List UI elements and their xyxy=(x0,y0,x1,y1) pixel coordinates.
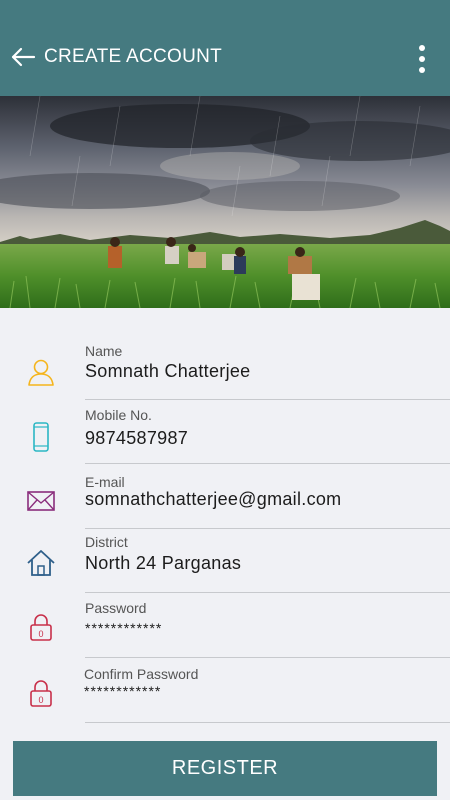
svg-text:0: 0 xyxy=(38,629,43,639)
email-field[interactable]: E-mail somnathchatterjee@gmail.com xyxy=(0,472,450,536)
mobile-divider xyxy=(85,463,450,464)
district-value[interactable]: North 24 Parganas xyxy=(85,553,241,574)
phone-icon xyxy=(33,422,49,452)
email-divider xyxy=(85,528,450,529)
overflow-menu-icon[interactable] xyxy=(416,45,428,77)
rice-field-rain-photo xyxy=(0,96,450,308)
lock-icon: 0 xyxy=(30,680,52,707)
mail-icon xyxy=(27,491,55,511)
email-label: E-mail xyxy=(85,474,125,490)
password-value[interactable]: ************ xyxy=(85,620,162,636)
mobile-value[interactable]: 9874587987 xyxy=(85,428,188,449)
page-title: CREATE ACCOUNT xyxy=(44,46,223,67)
password-field[interactable]: 0 Password ************ xyxy=(0,598,450,662)
confirm-password-field[interactable]: 0 Confirm Password ************ xyxy=(0,664,450,728)
confirm-password-value[interactable]: ************ xyxy=(84,683,161,699)
lock-icon: 0 xyxy=(30,614,52,641)
name-label: Name xyxy=(85,343,123,359)
name-divider xyxy=(85,399,450,400)
svg-text:0: 0 xyxy=(38,695,43,705)
banner-image xyxy=(0,96,450,308)
register-button[interactable]: REGISTER xyxy=(13,741,437,796)
app-bar: CREATE ACCOUNT xyxy=(0,0,450,96)
confirm-password-label: Confirm Password xyxy=(84,666,199,682)
email-value[interactable]: somnathchatterjee@gmail.com xyxy=(85,489,341,510)
back-arrow-icon[interactable] xyxy=(10,44,36,70)
mobile-label: Mobile No. xyxy=(85,407,152,423)
password-divider xyxy=(85,657,450,658)
district-label: District xyxy=(85,534,128,550)
district-divider xyxy=(85,592,450,593)
user-icon xyxy=(28,359,54,386)
district-field[interactable]: District North 24 Parganas xyxy=(0,532,450,596)
mobile-field[interactable]: Mobile No. 9874587987 xyxy=(0,406,450,470)
name-value[interactable]: Somnath Chatterjee xyxy=(85,361,251,382)
home-icon xyxy=(27,550,55,576)
confirm-password-divider xyxy=(85,722,450,723)
name-field[interactable]: Name Somnath Chatterjee xyxy=(0,340,450,404)
password-label: Password xyxy=(85,600,147,616)
